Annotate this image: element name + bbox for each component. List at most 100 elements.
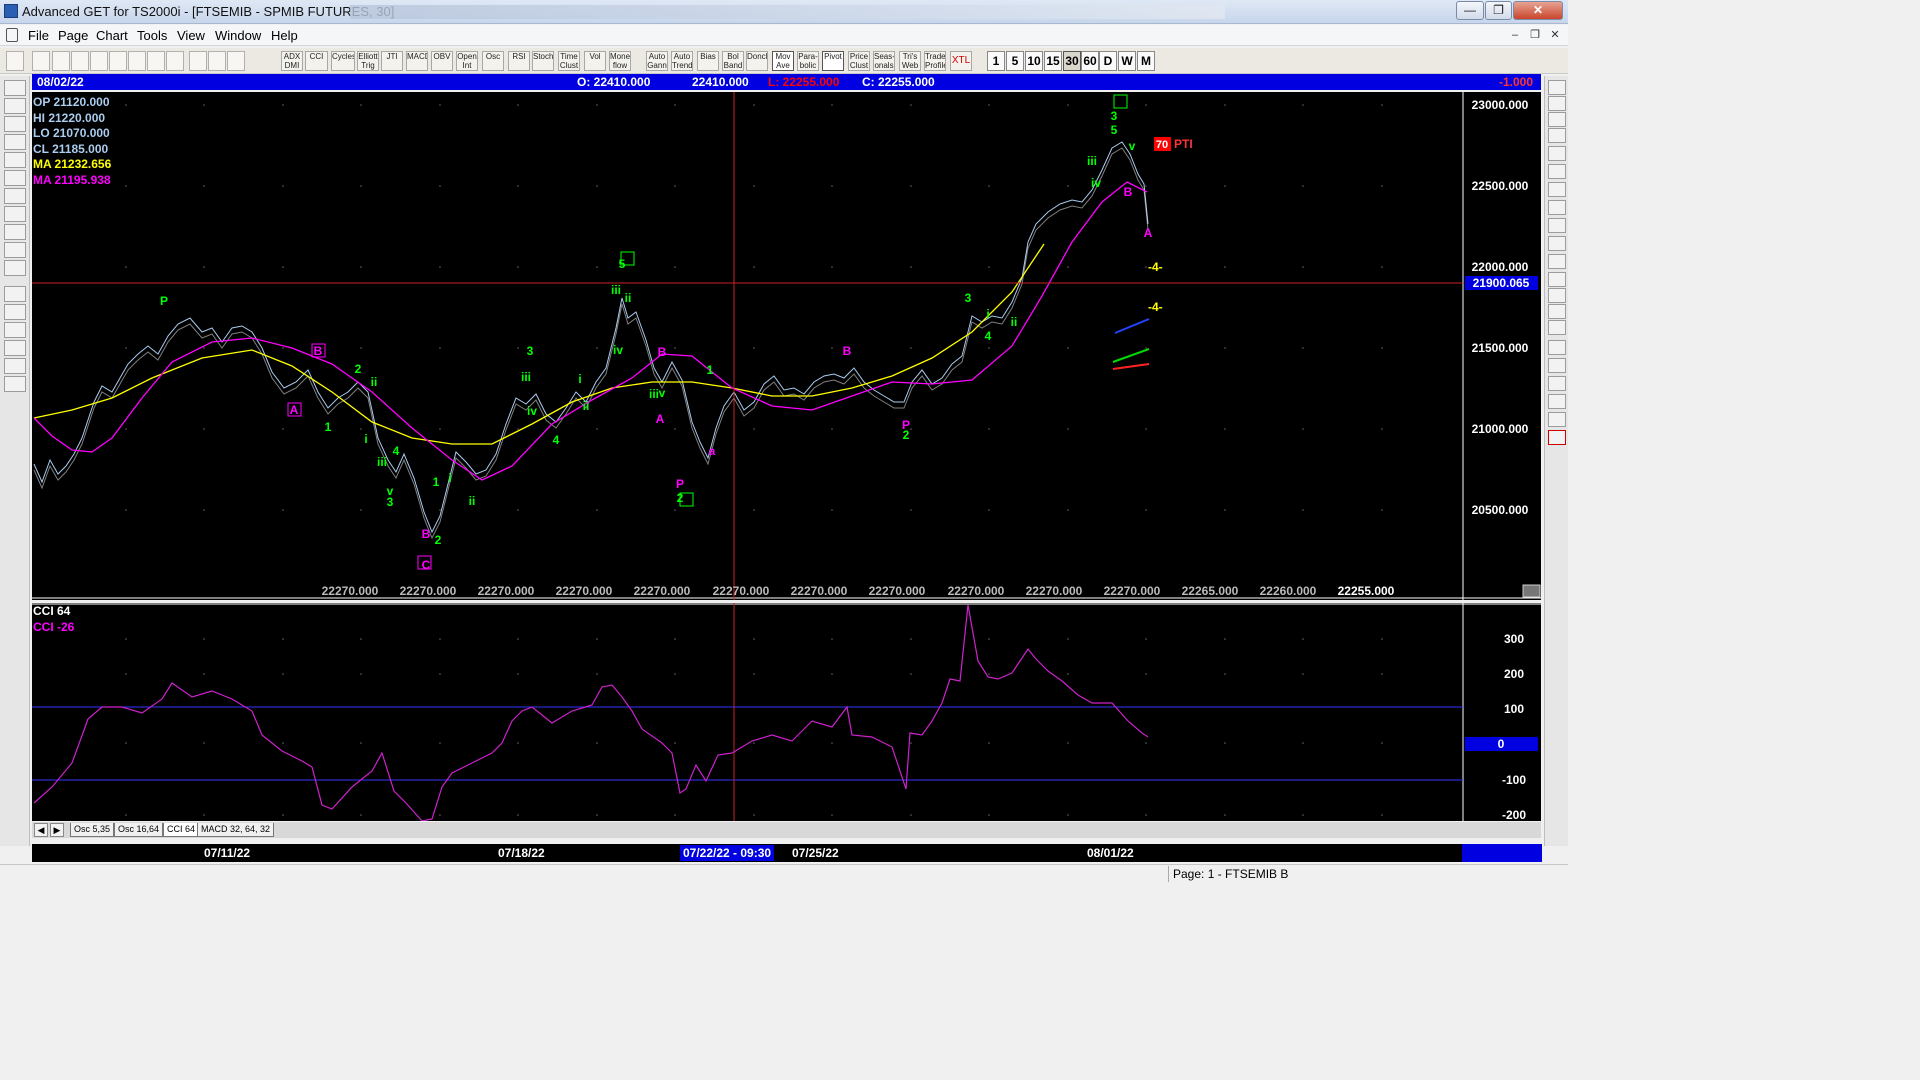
toolbar-button-rsi[interactable]: RSI	[508, 51, 530, 71]
bands-icon[interactable]	[1548, 394, 1566, 409]
gann-icon[interactable]	[4, 322, 26, 338]
levels-icon[interactable]	[1548, 376, 1566, 391]
timeframe-button-15[interactable]: 15	[1044, 51, 1062, 71]
toolbar-button-open-int[interactable]: Open Int	[456, 51, 478, 71]
ellipse-tool-icon[interactable]	[1548, 236, 1566, 251]
tab-cci-64[interactable]: CCI 64	[163, 823, 200, 837]
tab-scroll-right-icon[interactable]: ▶	[50, 823, 64, 837]
scroll-corner-icon[interactable]	[1522, 584, 1541, 598]
pencil-icon[interactable]	[1548, 96, 1566, 111]
tab-macd[interactable]: MACD 32, 64, 32	[197, 823, 275, 837]
zoom-icon[interactable]	[1548, 340, 1566, 355]
tab-osc-16-64[interactable]: Osc 16,64	[114, 823, 164, 837]
channel-tool-icon[interactable]	[1548, 254, 1566, 269]
toolbar-button-obv[interactable]: OBV	[431, 51, 453, 71]
reset-icon[interactable]	[4, 116, 26, 132]
toolbar-button-jti[interactable]: JTI	[381, 51, 403, 71]
menu-chart[interactable]: Chart	[96, 28, 128, 43]
timeframe-button-60[interactable]: 60	[1081, 51, 1099, 71]
line-tool-icon[interactable]	[1548, 112, 1566, 127]
help-cursor-icon[interactable]	[227, 51, 245, 71]
arrow-left-icon[interactable]	[4, 206, 26, 222]
timeframe-button-30[interactable]: 30	[1063, 51, 1081, 71]
note-icon[interactable]	[1548, 412, 1566, 427]
document-icon[interactable]	[6, 28, 18, 42]
timeframe-button-10[interactable]: 10	[1025, 51, 1043, 71]
expand-icon[interactable]	[4, 242, 26, 258]
menu-file[interactable]: File	[28, 28, 49, 43]
toolbar-button-vol[interactable]: Vol	[584, 51, 606, 71]
toolbar-button-bias[interactable]: Bias	[697, 51, 719, 71]
toolbar-button-macd[interactable]: MACD	[406, 51, 428, 71]
toolbar-button-auto-gann[interactable]: Auto Gann	[646, 51, 668, 71]
print-screen-icon[interactable]	[4, 376, 26, 392]
toolbar-button-osc[interactable]: Osc	[482, 51, 504, 71]
box-tool-icon[interactable]	[1548, 218, 1566, 233]
menu-help[interactable]: Help	[271, 28, 298, 43]
tab-scroll-left-icon[interactable]: ◀	[34, 823, 48, 837]
magic-wand-icon[interactable]	[1548, 358, 1566, 373]
print-icon[interactable]	[189, 51, 207, 71]
timeframe-button-d[interactable]: D	[1099, 51, 1117, 71]
toolbar-button-cci[interactable]: CCI	[305, 51, 328, 71]
study-icon[interactable]	[4, 134, 26, 150]
minimize-button[interactable]: —	[1456, 1, 1484, 20]
elliott-icon[interactable]	[4, 152, 26, 168]
toolbar-button-trade-profile[interactable]: Trade Profile	[924, 51, 946, 71]
toolbar-button-pivot[interactable]: Pivot	[822, 51, 844, 71]
toolbar-button-cycles[interactable]: Cycles	[331, 51, 355, 71]
toolbar-button-money-flow[interactable]: Money flow	[609, 51, 631, 71]
toolbar-button-bol-band[interactable]: Bol Band	[722, 51, 744, 71]
undo-icon[interactable]	[1548, 430, 1566, 445]
text-tool-icon[interactable]	[1548, 320, 1566, 335]
pti-icon[interactable]	[1548, 272, 1566, 287]
timeframe-button-5[interactable]: 5	[1006, 51, 1024, 71]
maximize-button[interactable]: ❐	[1485, 1, 1512, 20]
arrow-icon[interactable]	[32, 51, 50, 71]
compress-icon[interactable]	[4, 260, 26, 276]
timeframe-button-m[interactable]: M	[1137, 51, 1155, 71]
menu-window[interactable]: Window	[215, 28, 261, 43]
fib-icon[interactable]	[4, 340, 26, 356]
toolbar-button-price-clust[interactable]: Price Clust	[848, 51, 870, 71]
wave-tool-icon[interactable]	[4, 98, 26, 114]
close-chart-icon[interactable]	[147, 51, 165, 71]
save-icon[interactable]	[109, 51, 127, 71]
menu-tools[interactable]: Tools	[137, 28, 167, 43]
mob-icon[interactable]	[1548, 304, 1566, 319]
toolbar-button-time-clust[interactable]: Time Clust	[558, 51, 580, 71]
price-chart[interactable]: 70 PTI -4- -4- P B A 2 ii 1 i iii 4 v 3 B C 2 i 1 ii 3 iii…	[28, 81, 1541, 600]
grid-tool-icon[interactable]	[1548, 288, 1566, 303]
pointer-icon[interactable]	[6, 51, 24, 71]
new-page-icon[interactable]	[52, 51, 70, 71]
timeframe-button-w[interactable]: W	[1118, 51, 1136, 71]
close-button[interactable]: ✕	[1513, 1, 1563, 20]
folder-icon[interactable]	[4, 80, 26, 96]
menu-page[interactable]: Page	[58, 28, 88, 43]
cci-indicator-chart[interactable]: CCI 64 CCI -26 300 200 100 -100 -200 0	[32, 603, 1541, 822]
toolbar-button-seas-onals[interactable]: Seas-onals	[873, 51, 895, 71]
timeframe-button-1[interactable]: 1	[987, 51, 1005, 71]
fib-ret-icon[interactable]	[1548, 128, 1566, 143]
fan-tool-icon[interactable]	[1548, 200, 1566, 215]
hint-icon[interactable]	[208, 51, 226, 71]
open-icon[interactable]	[90, 51, 108, 71]
toolbar-button-tri-s-web[interactable]: Tri's Web	[899, 51, 921, 71]
toolbar-button-adx-dmi[interactable]: ADX DMI	[281, 51, 303, 71]
toolbar-button-para-bolic[interactable]: Para-bolic	[797, 51, 819, 71]
toolbar-button-donch[interactable]: Donch	[746, 51, 768, 71]
toolbar-button-mov-ave[interactable]: Mov Ave	[772, 51, 794, 71]
crosshair-icon[interactable]	[4, 358, 26, 374]
arrow-up-icon[interactable]	[4, 170, 26, 186]
layout-icon[interactable]	[128, 51, 146, 71]
copy-icon[interactable]	[71, 51, 89, 71]
fib-ext-icon[interactable]	[1548, 146, 1566, 161]
toolbar-button-xtl[interactable]: XTL	[950, 51, 972, 71]
circle-tool-icon[interactable]	[1548, 182, 1566, 197]
mdi-close-button[interactable]: ✕	[1546, 27, 1564, 43]
arrow-down-icon[interactable]	[4, 188, 26, 204]
erase-icon[interactable]	[1548, 80, 1566, 95]
toolbar-button-auto-trend[interactable]: Auto Trend	[671, 51, 693, 71]
lines-icon[interactable]	[4, 304, 26, 320]
bars-icon[interactable]	[4, 224, 26, 240]
